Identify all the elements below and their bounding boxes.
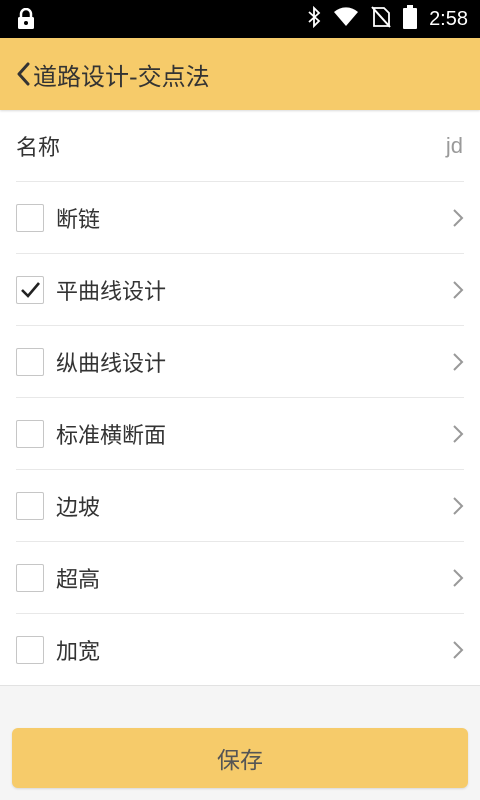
chevron-right-icon (453, 641, 464, 659)
item-label: 标准横断面 (56, 424, 167, 449)
checkbox-horizontal-curve[interactable] (16, 276, 44, 304)
status-bar: 2:58 (0, 0, 480, 38)
page-title: 道路设计-交点法 (33, 62, 210, 91)
list-item-widening[interactable]: 加宽 (0, 614, 480, 686)
item-label: 纵曲线设计 (56, 352, 167, 377)
list-item-horizontal-curve[interactable]: 平曲线设计 (0, 254, 480, 326)
checkbox-cross-section[interactable] (16, 420, 44, 448)
list-item-superelevation[interactable]: 超高 (0, 542, 480, 614)
checkbox-superelevation[interactable] (16, 564, 44, 592)
chevron-right-icon (453, 497, 464, 515)
item-label: 平曲线设计 (56, 280, 167, 305)
checkbox-duanlian[interactable] (16, 204, 44, 232)
wifi-icon (333, 7, 359, 31)
item-label: 加宽 (56, 640, 101, 665)
back-button[interactable] (0, 38, 30, 110)
chevron-left-icon (17, 62, 30, 86)
list-item-vertical-curve[interactable]: 纵曲线设计 (0, 326, 480, 398)
checkbox-slope[interactable] (16, 492, 44, 520)
chevron-right-icon (453, 353, 464, 371)
save-button[interactable]: 保存 (12, 728, 468, 788)
name-label: 名称 (16, 136, 61, 161)
battery-icon (403, 5, 418, 33)
settings-list: 名称 jd 断链 平曲线设计 纵曲线设计 标准横断面 边坡 超高 加宽 (0, 110, 480, 686)
check-icon (21, 282, 40, 298)
chevron-right-icon (453, 209, 464, 227)
list-item-slope[interactable]: 边坡 (0, 470, 480, 542)
list-item-cross-section[interactable]: 标准横断面 (0, 398, 480, 470)
checkbox-widening[interactable] (16, 636, 44, 664)
chevron-right-icon (453, 425, 464, 443)
lock-icon (15, 7, 37, 34)
chevron-right-icon (453, 281, 464, 299)
status-icons: 2:58 (307, 0, 468, 38)
chevron-right-icon (453, 569, 464, 587)
name-value: jd (445, 133, 463, 158)
bluetooth-icon (307, 5, 321, 32)
status-time: 2:58 (429, 7, 468, 30)
item-label: 边坡 (56, 496, 101, 521)
name-row[interactable]: 名称 jd (0, 110, 480, 182)
item-label: 超高 (56, 568, 101, 593)
no-sim-icon (371, 6, 391, 32)
app-header: 道路设计-交点法 (0, 38, 480, 110)
checkbox-vertical-curve[interactable] (16, 348, 44, 376)
item-label: 断链 (56, 208, 101, 233)
list-item-duanlian[interactable]: 断链 (0, 182, 480, 254)
